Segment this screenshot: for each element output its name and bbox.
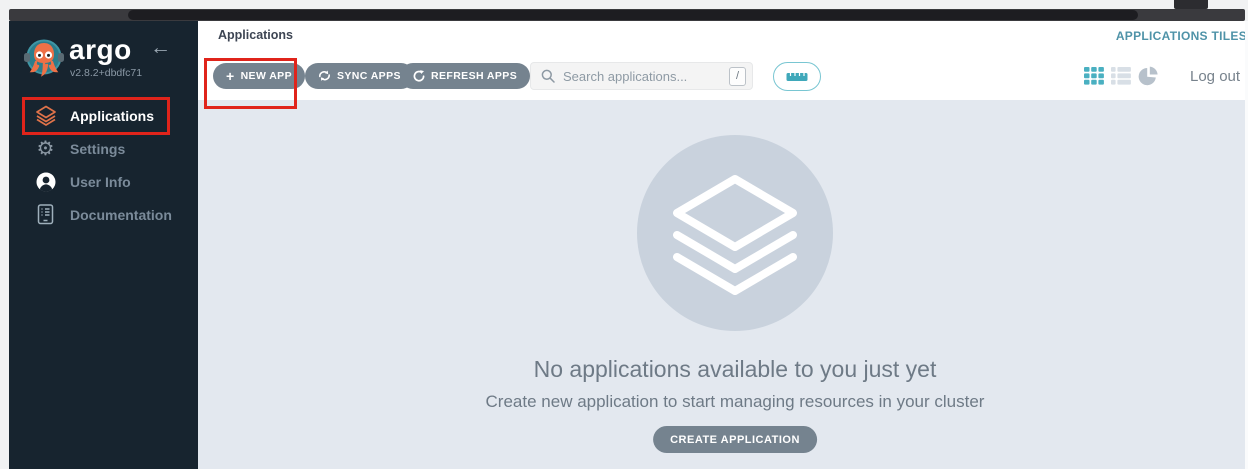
user-info-person-icon <box>34 170 57 193</box>
sidebar-item-user-info[interactable]: User Info <box>9 165 198 198</box>
refresh-apps-button[interactable]: REFRESH APPS <box>400 63 530 89</box>
documentation-book-icon <box>34 203 57 226</box>
sidebar-item-label: Applications <box>70 108 154 124</box>
sidebar-item-label: Documentation <box>70 207 172 223</box>
sync-icon <box>318 70 331 82</box>
view-mode-label[interactable]: APPLICATIONS TILES <box>1116 29 1247 43</box>
ruler-icon <box>786 72 808 82</box>
sidebar-nav: Applications ⚙ Settings User Info <box>9 99 198 231</box>
brand-wordmark: argo <box>69 34 132 66</box>
tiles-view-icon[interactable] <box>1084 67 1104 85</box>
new-app-button[interactable]: + NEW APP <box>213 63 305 89</box>
create-application-button[interactable]: CREATE APPLICATION <box>653 426 817 453</box>
page-header: Applications APPLICATIONS TILES + NEW AP… <box>198 21 1248 100</box>
sidebar-item-settings[interactable]: ⚙ Settings <box>9 132 198 165</box>
collapse-sidebar-arrow-icon[interactable]: ← <box>150 36 171 60</box>
slash-shortcut-badge: / <box>729 67 746 86</box>
settings-gear-icon: ⚙ <box>34 137 57 160</box>
empty-state: No applications available to you just ye… <box>222 100 1248 469</box>
layers-icon <box>659 157 811 309</box>
sync-apps-button[interactable]: SYNC APPS <box>305 63 414 89</box>
summary-pie-chart-icon[interactable] <box>1138 66 1160 86</box>
refresh-icon <box>413 70 425 82</box>
argo-logo-icon <box>23 36 67 82</box>
sidebar-item-applications[interactable]: Applications <box>9 99 198 132</box>
search-icon <box>541 69 555 83</box>
sidebar-item-label: User Info <box>70 174 131 190</box>
filter-toggle-button[interactable] <box>773 62 821 91</box>
search-box: / <box>530 62 753 90</box>
empty-state-title: No applications available to you just ye… <box>222 356 1248 383</box>
list-view-icon[interactable] <box>1111 67 1131 85</box>
sidebar-item-label: Settings <box>70 141 125 157</box>
breadcrumb: Applications <box>218 28 293 42</box>
argo-cd-app-window: argo v2.8.2+dbdfc71 ← Applications ⚙ Set… <box>0 0 1248 469</box>
logout-link[interactable]: Log out <box>1190 68 1240 85</box>
sidebar: argo v2.8.2+dbdfc71 ← Applications ⚙ Set… <box>9 21 198 469</box>
version-label: v2.8.2+dbdfc71 <box>70 67 142 79</box>
sidebar-item-documentation[interactable]: Documentation <box>9 198 198 231</box>
empty-state-circle <box>637 135 833 331</box>
plus-icon: + <box>226 68 235 84</box>
applications-layers-icon <box>34 104 57 127</box>
empty-state-subtitle: Create new application to start managing… <box>222 392 1248 412</box>
browser-chrome-inner-bar <box>128 10 1138 20</box>
browser-chrome-notch <box>1174 0 1208 9</box>
search-input[interactable] <box>563 69 729 84</box>
applications-content-area: No applications available to you just ye… <box>198 100 1248 469</box>
